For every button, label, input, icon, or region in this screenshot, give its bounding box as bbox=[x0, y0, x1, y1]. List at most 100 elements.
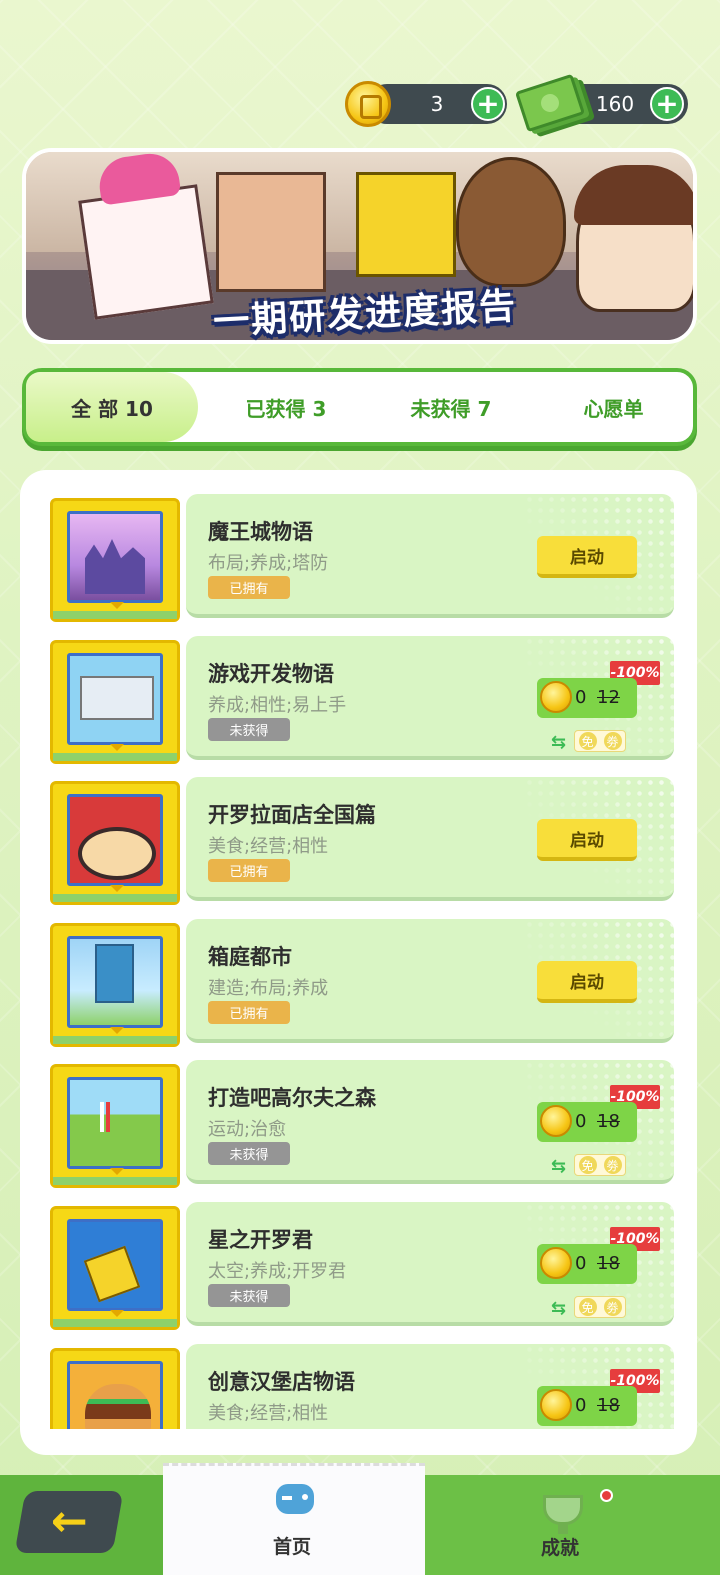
cash-amount: 160 bbox=[595, 92, 635, 116]
game-tags: 美食;经营;相性 bbox=[208, 1403, 329, 1424]
free-ticket-char: 免 bbox=[578, 1156, 597, 1174]
status-badge: 未获得 bbox=[208, 718, 290, 741]
price-original: 18 bbox=[597, 1395, 620, 1416]
tab-wishlist[interactable]: 心愿单 bbox=[531, 372, 696, 442]
coin-amount: 3 bbox=[430, 92, 444, 116]
game-title: 开罗拉面店全国篇 bbox=[208, 803, 376, 827]
price-button[interactable]: 0 12 bbox=[537, 678, 637, 718]
game-card[interactable]: 打造吧高尔夫之森 运动;治愈 未获得 -100% 0 18 ⇆ 免 劵 bbox=[186, 1060, 674, 1184]
game-tags: 建造;布局;养成 bbox=[208, 978, 329, 999]
trophy-icon bbox=[543, 1495, 583, 1534]
free-ticket-char: 劵 bbox=[603, 1156, 622, 1174]
free-ticket-char: 免 bbox=[578, 1298, 597, 1316]
free-ticket-char: 劵 bbox=[603, 732, 622, 750]
monkey-character bbox=[456, 157, 566, 287]
game-tags: 美食;经营;相性 bbox=[208, 836, 329, 857]
price-original: 12 bbox=[597, 687, 620, 708]
game-card[interactable]: 开罗拉面店全国篇 美食;经营;相性 已拥有 启动 bbox=[186, 777, 674, 901]
price-button[interactable]: 0 18 bbox=[537, 1386, 637, 1426]
game-row[interactable]: 游戏开发物语 养成;相性;易上手 未获得 -100% 0 12 ⇆ 免 劵 bbox=[50, 636, 676, 764]
yellow-character bbox=[356, 172, 456, 277]
nav-home-tab[interactable]: 首页 bbox=[163, 1463, 425, 1575]
coin-icon bbox=[345, 81, 391, 127]
coin-icon bbox=[540, 1105, 572, 1137]
free-ticket-button[interactable]: 免 劵 bbox=[574, 730, 626, 752]
free-ticket-char: 劵 bbox=[603, 1298, 622, 1316]
game-row[interactable]: 箱庭都市 建造;布局;养成 已拥有 启动 bbox=[50, 919, 676, 1047]
game-cartridge bbox=[50, 640, 180, 764]
game-cartridge bbox=[50, 1206, 180, 1330]
game-row[interactable]: 打造吧高尔夫之森 运动;治愈 未获得 -100% 0 18 ⇆ 免 劵 bbox=[50, 1060, 676, 1188]
game-card[interactable]: 箱庭都市 建造;布局;养成 已拥有 启动 bbox=[186, 919, 674, 1043]
game-card[interactable]: 星之开罗君 太空;养成;开罗君 未获得 -100% 0 18 ⇆ 免 劵 bbox=[186, 1202, 674, 1326]
game-tags: 运动;治愈 bbox=[208, 1119, 287, 1140]
game-cover-image bbox=[67, 1219, 163, 1311]
gamepad-icon bbox=[276, 1484, 314, 1514]
game-tags: 布局;养成;塔防 bbox=[208, 553, 329, 574]
coin-icon bbox=[540, 681, 572, 713]
free-ticket-button[interactable]: 免 劵 bbox=[574, 1296, 626, 1318]
game-cartridge bbox=[50, 498, 180, 622]
coin-counter: 3 + bbox=[345, 81, 510, 127]
swap-icon: ⇆ bbox=[551, 1156, 567, 1177]
cash-counter: 160 + bbox=[514, 73, 690, 133]
game-list-panel: 魔王城物语 布局;养成;塔防 已拥有 启动 游戏开发物语 养成;相性;易上手 未… bbox=[20, 470, 697, 1455]
game-cover-image bbox=[67, 1077, 163, 1169]
game-list[interactable]: 魔王城物语 布局;养成;塔防 已拥有 启动 游戏开发物语 养成;相性;易上手 未… bbox=[20, 494, 697, 1429]
game-cartridge bbox=[50, 1348, 180, 1429]
status-badge: 未获得 bbox=[208, 1142, 290, 1165]
tab-not-owned[interactable]: 未获得 7 bbox=[366, 372, 536, 442]
game-row[interactable]: 魔王城物语 布局;养成;塔防 已拥有 启动 bbox=[50, 494, 676, 622]
coin-icon bbox=[540, 1389, 572, 1421]
game-cover-image bbox=[67, 653, 163, 745]
add-coins-button[interactable]: + bbox=[471, 87, 505, 121]
tab-owned[interactable]: 已获得 3 bbox=[201, 372, 371, 442]
game-title: 打造吧高尔夫之森 bbox=[208, 1086, 376, 1110]
game-cartridge bbox=[50, 923, 180, 1047]
game-cover-image bbox=[67, 794, 163, 886]
price-original: 18 bbox=[597, 1111, 620, 1132]
nav-achievements-label[interactable]: 成就 bbox=[541, 1533, 579, 1560]
game-title: 游戏开发物语 bbox=[208, 662, 334, 686]
bottom-navigation: ← 首页 成就 bbox=[0, 1463, 720, 1575]
game-title: 创意汉堡店物语 bbox=[208, 1370, 355, 1394]
back-arrow-icon: ← bbox=[50, 1496, 88, 1547]
price-button[interactable]: 0 18 bbox=[537, 1102, 637, 1142]
game-row[interactable]: 星之开罗君 太空;养成;开罗君 未获得 -100% 0 18 ⇆ 免 劵 bbox=[50, 1202, 676, 1330]
game-cover-image bbox=[67, 936, 163, 1028]
price-now: 0 bbox=[575, 1111, 587, 1132]
launch-button[interactable]: 启动 bbox=[537, 536, 637, 578]
nav-home-label: 首页 bbox=[273, 1536, 312, 1558]
coin-icon bbox=[540, 1247, 572, 1279]
game-cover-image bbox=[67, 1361, 163, 1429]
tab-all[interactable]: 全 部 10 bbox=[26, 372, 198, 442]
game-tags: 太空;养成;开罗君 bbox=[208, 1261, 347, 1282]
launch-button[interactable]: 启动 bbox=[537, 819, 637, 861]
game-row[interactable]: 创意汉堡店物语 美食;经营;相性 -100% 0 18 bbox=[50, 1344, 676, 1429]
game-cover-image bbox=[67, 511, 163, 603]
status-badge: 已拥有 bbox=[208, 859, 290, 882]
price-original: 18 bbox=[597, 1253, 620, 1274]
price-now: 0 bbox=[575, 687, 587, 708]
game-card[interactable]: 创意汉堡店物语 美食;经营;相性 -100% 0 18 bbox=[186, 1344, 674, 1429]
add-cash-button[interactable]: + bbox=[650, 87, 684, 121]
notification-dot bbox=[600, 1489, 613, 1502]
game-title: 箱庭都市 bbox=[208, 945, 292, 969]
game-cartridge bbox=[50, 1064, 180, 1188]
game-title: 魔王城物语 bbox=[208, 520, 313, 544]
status-badge: 已拥有 bbox=[208, 1001, 290, 1024]
game-cartridge bbox=[50, 781, 180, 905]
price-button[interactable]: 0 18 bbox=[537, 1244, 637, 1284]
game-tags: 养成;相性;易上手 bbox=[208, 695, 347, 716]
game-card[interactable]: 魔王城物语 布局;养成;塔防 已拥有 启动 bbox=[186, 494, 674, 618]
free-ticket-char: 免 bbox=[578, 732, 597, 750]
box-character bbox=[216, 172, 326, 292]
free-ticket-button[interactable]: 免 劵 bbox=[574, 1154, 626, 1176]
game-card[interactable]: 游戏开发物语 养成;相性;易上手 未获得 -100% 0 12 ⇆ 免 劵 bbox=[186, 636, 674, 760]
back-button[interactable]: ← bbox=[14, 1491, 124, 1553]
status-badge: 已拥有 bbox=[208, 576, 290, 599]
status-badge: 未获得 bbox=[208, 1284, 290, 1307]
launch-button[interactable]: 启动 bbox=[537, 961, 637, 1003]
filter-tabs: 全 部 10 已获得 3 未获得 7 心愿单 bbox=[22, 368, 697, 446]
game-row[interactable]: 开罗拉面店全国篇 美食;经营;相性 已拥有 启动 bbox=[50, 777, 676, 905]
